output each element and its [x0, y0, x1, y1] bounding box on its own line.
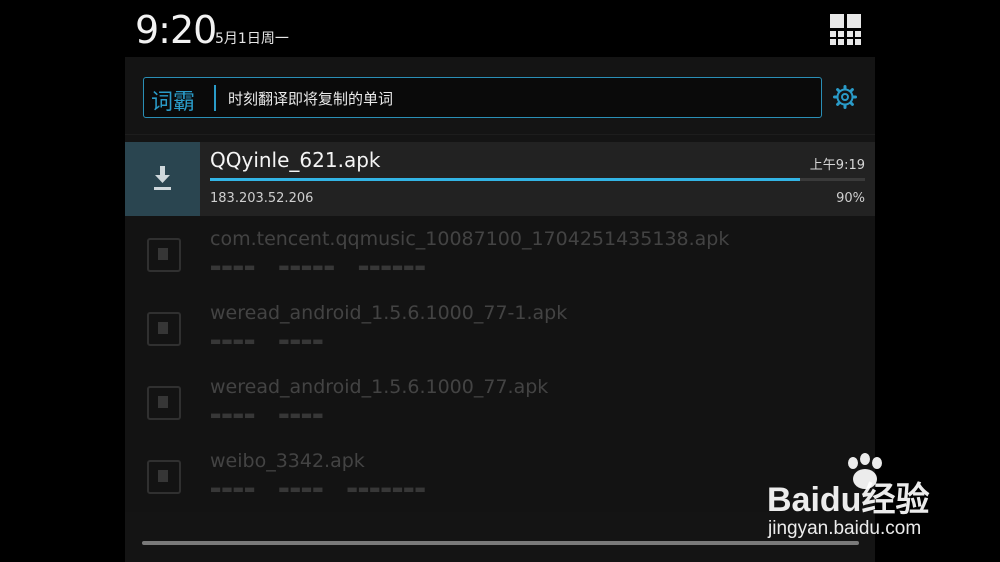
download-meta: ▬▬▬▬ ▬▬▬▬▬ ▬▬▬▬▬▬: [210, 260, 426, 274]
date-label: 5月1日周一: [215, 31, 289, 47]
download-meta: ▬▬▬▬ ▬▬▬▬: [210, 334, 324, 348]
download-file-name: QQyinle_621.apk: [210, 148, 381, 172]
divider: [214, 85, 216, 111]
download-progress-bar: [210, 178, 865, 181]
download-file-name: weread_android_1.5.6.1000_77-1.apk: [210, 302, 568, 324]
download-icon-box: [125, 142, 200, 216]
baidu-watermark: Baidu经验 jingyan.baidu.com: [765, 452, 995, 542]
list-item[interactable]: weread_android_1.5.6.1000_77-1.apk ▬▬▬▬ …: [125, 290, 875, 364]
download-icon: [154, 166, 171, 190]
list-item[interactable]: weread_android_1.5.6.1000_77.apk ▬▬▬▬ ▬▬…: [125, 364, 875, 438]
download-file-name: weread_android_1.5.6.1000_77.apk: [210, 376, 549, 398]
divider: [125, 134, 875, 135]
quick-settings-icon[interactable]: [830, 14, 861, 45]
list-item[interactable]: com.tencent.qqmusic_10087100_17042514351…: [125, 216, 875, 290]
list-item[interactable]: weibo_3342.apk ▬▬▬▬ ▬▬▬▬ ▬▬▬▬▬▬▬: [125, 438, 875, 512]
translator-notification[interactable]: 词霸 时刻翻译即将复制的单词: [143, 77, 822, 118]
apk-file-icon: [147, 460, 181, 494]
watermark-logo: Baidu经验: [767, 481, 930, 519]
apk-file-icon: [147, 386, 181, 420]
download-meta: ▬▬▬▬ ▬▬▬▬ ▬▬▬▬▬▬▬: [210, 482, 426, 496]
download-file-name: weibo_3342.apk: [210, 450, 365, 472]
clock: 9:20: [135, 8, 217, 52]
download-meta: ▬▬▬▬ ▬▬▬▬: [210, 408, 324, 422]
download-percent: 90%: [836, 191, 865, 206]
download-notification[interactable]: QQyinle_621.apk 上午9:19 183.203.52.206 90…: [125, 142, 875, 216]
apk-file-icon: [147, 312, 181, 346]
watermark-url: jingyan.baidu.com: [768, 518, 922, 539]
shade-drag-handle[interactable]: [142, 541, 859, 545]
translator-logo: 词霸: [151, 90, 196, 115]
download-progress-fill: [210, 178, 800, 181]
download-host: 183.203.52.206: [210, 191, 314, 206]
download-file-name: com.tencent.qqmusic_10087100_17042514351…: [210, 228, 730, 250]
apk-file-icon: [147, 238, 181, 272]
gear-icon[interactable]: [833, 85, 857, 109]
translator-text: 时刻翻译即将复制的单词: [228, 90, 394, 108]
download-time: 上午9:19: [809, 158, 865, 173]
